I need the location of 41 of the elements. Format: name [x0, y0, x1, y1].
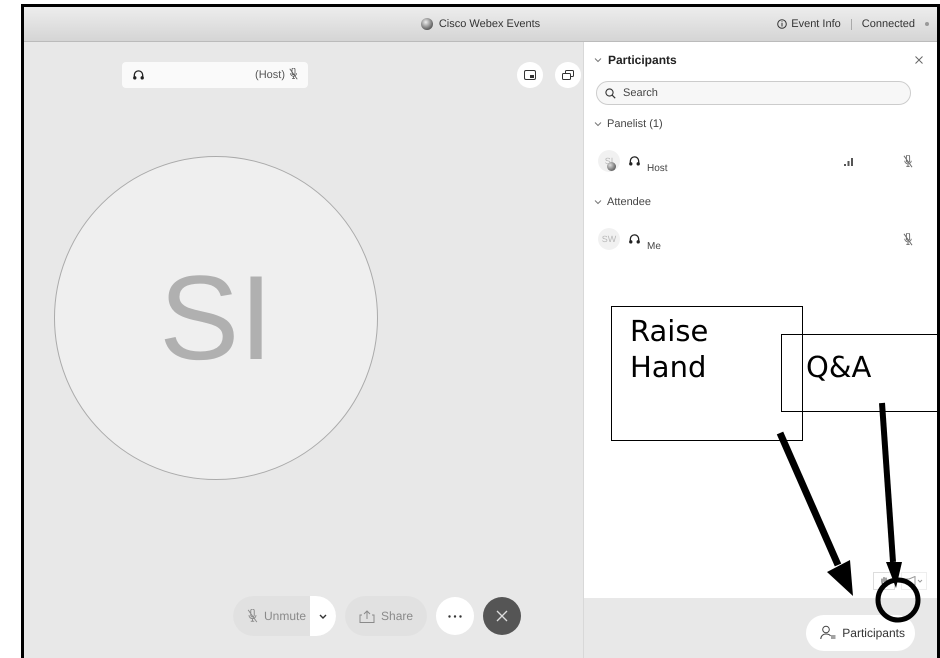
- layout-button[interactable]: [555, 62, 581, 88]
- windows-icon: [562, 70, 574, 80]
- headset-icon: [132, 68, 145, 82]
- picture-in-picture-button[interactable]: [517, 62, 543, 88]
- collapse-chevron-icon[interactable]: [594, 199, 602, 205]
- close-icon[interactable]: [915, 56, 923, 64]
- annotation-text: Raise Hand: [630, 313, 710, 386]
- name-tag: (Host): [122, 62, 308, 88]
- avatar-initials: SW: [602, 234, 616, 244]
- window-title: Cisco Webex Events: [438, 18, 540, 30]
- annotation-text: Q&A: [806, 349, 872, 386]
- group-label[interactable]: Attendee: [607, 196, 652, 208]
- close-icon: [496, 610, 508, 622]
- search-field[interactable]: Search: [596, 81, 911, 105]
- hand-icon: [880, 576, 888, 586]
- highlight-circle: [876, 578, 920, 622]
- participant-role: Me: [647, 240, 661, 252]
- participant-row[interactable]: SW Me: [584, 217, 937, 261]
- signal-icon: [844, 156, 853, 166]
- share-icon: [359, 610, 376, 622]
- caret-icon: [319, 614, 328, 618]
- muted-mic-icon: [247, 609, 258, 623]
- participants-button[interactable]: Participants: [806, 614, 915, 650]
- picture-in-picture-icon: [524, 70, 536, 80]
- headset-icon: [628, 154, 641, 168]
- panel-title: Participants: [608, 53, 677, 67]
- headset-icon: [628, 232, 641, 246]
- more-icon: [448, 614, 462, 618]
- connection-status: Connected: [862, 18, 915, 30]
- avatar-initials: SI: [159, 250, 273, 387]
- megaphone-icon: [905, 576, 923, 586]
- participant-role: Host: [647, 162, 668, 174]
- collapse-chevron-icon[interactable]: [594, 121, 602, 127]
- info-icon: [777, 19, 788, 29]
- leave-button[interactable]: [483, 597, 522, 635]
- webex-logo-icon: [420, 18, 433, 30]
- collapse-chevron-icon[interactable]: [594, 57, 602, 63]
- event-info-link[interactable]: Event Info: [777, 18, 841, 30]
- status-dot-icon: [925, 22, 929, 26]
- group-label[interactable]: Panelist (1): [607, 118, 663, 130]
- participants-icon: [820, 625, 836, 640]
